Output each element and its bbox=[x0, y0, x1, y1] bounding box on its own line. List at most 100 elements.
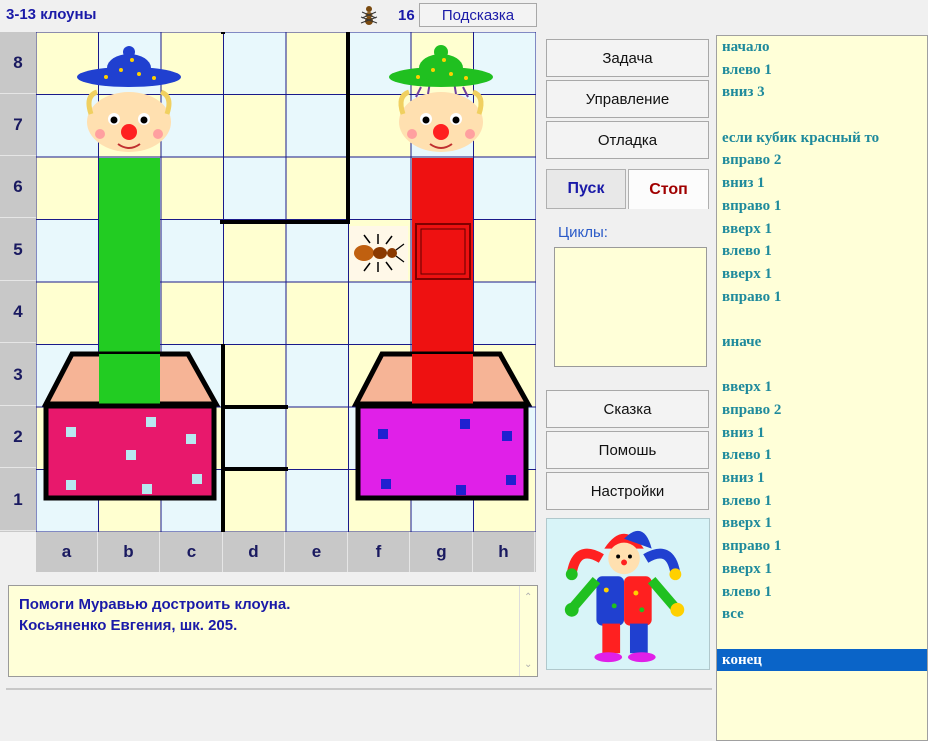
program-line[interactable]: вверх 1 bbox=[717, 558, 927, 581]
scroll-down-icon[interactable]: ⌄ bbox=[524, 659, 532, 670]
program-line[interactable]: все bbox=[717, 603, 927, 626]
program-line[interactable]: вниз 1 bbox=[717, 467, 927, 490]
program-line[interactable]: вверх 1 bbox=[717, 263, 927, 286]
program-line[interactable]: влево 1 bbox=[717, 444, 927, 467]
program-line[interactable]: вверх 1 bbox=[717, 218, 927, 241]
board-cell bbox=[223, 94, 287, 158]
board-cell bbox=[473, 219, 536, 283]
board-cell bbox=[285, 156, 349, 220]
game-board[interactable] bbox=[36, 32, 536, 532]
program-line[interactable] bbox=[717, 626, 927, 649]
row-label: 4 bbox=[0, 281, 36, 343]
jester-picture bbox=[546, 518, 710, 670]
program-line[interactable]: влево 1 bbox=[717, 240, 927, 263]
box-dot bbox=[66, 480, 76, 490]
story-button[interactable]: Сказка bbox=[546, 390, 709, 428]
box-dot bbox=[146, 417, 156, 427]
run-tabs: Пуск Стоп bbox=[546, 169, 709, 211]
program-line[interactable]: вправо 2 bbox=[717, 149, 927, 172]
ant-icon[interactable] bbox=[350, 226, 408, 280]
board-cell bbox=[223, 281, 287, 345]
program-line[interactable]: вправо 2 bbox=[717, 399, 927, 422]
program-line[interactable]: вправо 1 bbox=[717, 535, 927, 558]
program-line[interactable]: вниз 1 bbox=[717, 422, 927, 445]
board-cell bbox=[36, 156, 99, 220]
column-labels: a b c d e f g h bbox=[36, 532, 536, 572]
box-dot bbox=[142, 484, 152, 494]
program-line[interactable] bbox=[717, 104, 927, 127]
task-button[interactable]: Задача bbox=[546, 39, 709, 77]
board-cell bbox=[473, 32, 536, 95]
program-line[interactable]: вверх 1 bbox=[717, 376, 927, 399]
program-line[interactable]: вправо 1 bbox=[717, 195, 927, 218]
column-label: b bbox=[98, 532, 160, 572]
program-line[interactable]: влево 1 bbox=[717, 490, 927, 513]
box-dot bbox=[381, 479, 391, 489]
message-scrollbar[interactable]: ⌃ ⌄ bbox=[519, 586, 537, 676]
program-line[interactable]: начало bbox=[717, 36, 927, 59]
board-cell bbox=[160, 32, 224, 95]
board-cell bbox=[285, 406, 349, 470]
board-cell bbox=[223, 156, 287, 220]
run-tab[interactable]: Пуск bbox=[546, 169, 626, 209]
hint-button[interactable]: Подсказка bbox=[419, 3, 537, 27]
program-line[interactable]: влево 1 bbox=[717, 581, 927, 604]
board-cell bbox=[223, 406, 287, 470]
message-line: Косьяненко Евгения, шк. 205. bbox=[19, 617, 238, 634]
board-cell bbox=[285, 94, 349, 158]
board-cell bbox=[285, 344, 349, 408]
box-dot bbox=[506, 475, 516, 485]
column-label: g bbox=[411, 532, 473, 572]
column-label: f bbox=[348, 532, 410, 572]
help-button[interactable]: Помошь bbox=[546, 431, 709, 469]
program-line[interactable]: если кубик красный то bbox=[717, 127, 927, 150]
box-dot bbox=[192, 474, 202, 484]
board-cell bbox=[348, 32, 412, 95]
board-cell bbox=[285, 32, 349, 95]
column-label: a bbox=[36, 532, 98, 572]
box-dot bbox=[456, 485, 466, 495]
loops-label: Циклы: bbox=[558, 224, 608, 241]
board-cell bbox=[36, 32, 99, 95]
board-cell bbox=[285, 469, 349, 532]
program-line[interactable]: вверх 1 bbox=[717, 512, 927, 535]
debug-button[interactable]: Отладка bbox=[546, 121, 709, 159]
scroll-up-icon[interactable]: ⌃ bbox=[524, 592, 532, 603]
box-dot bbox=[378, 429, 388, 439]
program-listing[interactable]: начало влево 1 вниз 3 если кубик красный то… bbox=[716, 35, 928, 741]
row-label: 1 bbox=[0, 469, 36, 531]
board-cell bbox=[160, 219, 224, 283]
board-cell bbox=[36, 281, 99, 345]
loops-list[interactable] bbox=[554, 247, 707, 367]
program-line[interactable]: влево 1 bbox=[717, 59, 927, 82]
program-line[interactable]: вправо 1 bbox=[717, 286, 927, 309]
settings-button[interactable]: Настройки bbox=[546, 472, 709, 510]
board-cell bbox=[285, 281, 349, 345]
board-cell bbox=[223, 219, 287, 283]
program-line[interactable]: конец bbox=[717, 648, 927, 672]
program-line[interactable]: вниз 1 bbox=[717, 172, 927, 195]
message-box[interactable]: Помоги Муравью достроить клоуна. Косьяне… bbox=[8, 585, 538, 677]
board-cell bbox=[473, 156, 536, 220]
window-title: 3-13 клоуны bbox=[6, 6, 97, 23]
row-label: 3 bbox=[0, 344, 36, 406]
divider bbox=[6, 688, 712, 690]
program-line[interactable] bbox=[717, 308, 927, 331]
ant-icon bbox=[360, 6, 378, 25]
program-line[interactable]: вниз 3 bbox=[717, 81, 927, 104]
board-cell bbox=[223, 32, 287, 95]
box-dot bbox=[66, 427, 76, 437]
board-cell bbox=[348, 156, 412, 220]
board-cell bbox=[348, 281, 412, 345]
row-label: 8 bbox=[0, 32, 36, 94]
board-cell bbox=[36, 219, 99, 283]
row-label: 2 bbox=[0, 406, 36, 468]
column-label: e bbox=[286, 532, 348, 572]
message-line: Помоги Муравью достроить клоуна. bbox=[19, 596, 291, 613]
stop-tab[interactable]: Стоп bbox=[628, 169, 709, 209]
program-line[interactable]: иначе bbox=[717, 331, 927, 354]
row-labels: 8 7 6 5 4 3 2 1 bbox=[0, 32, 36, 532]
control-button[interactable]: Управление bbox=[546, 80, 709, 118]
program-line[interactable] bbox=[717, 354, 927, 377]
board-cell bbox=[160, 281, 224, 345]
